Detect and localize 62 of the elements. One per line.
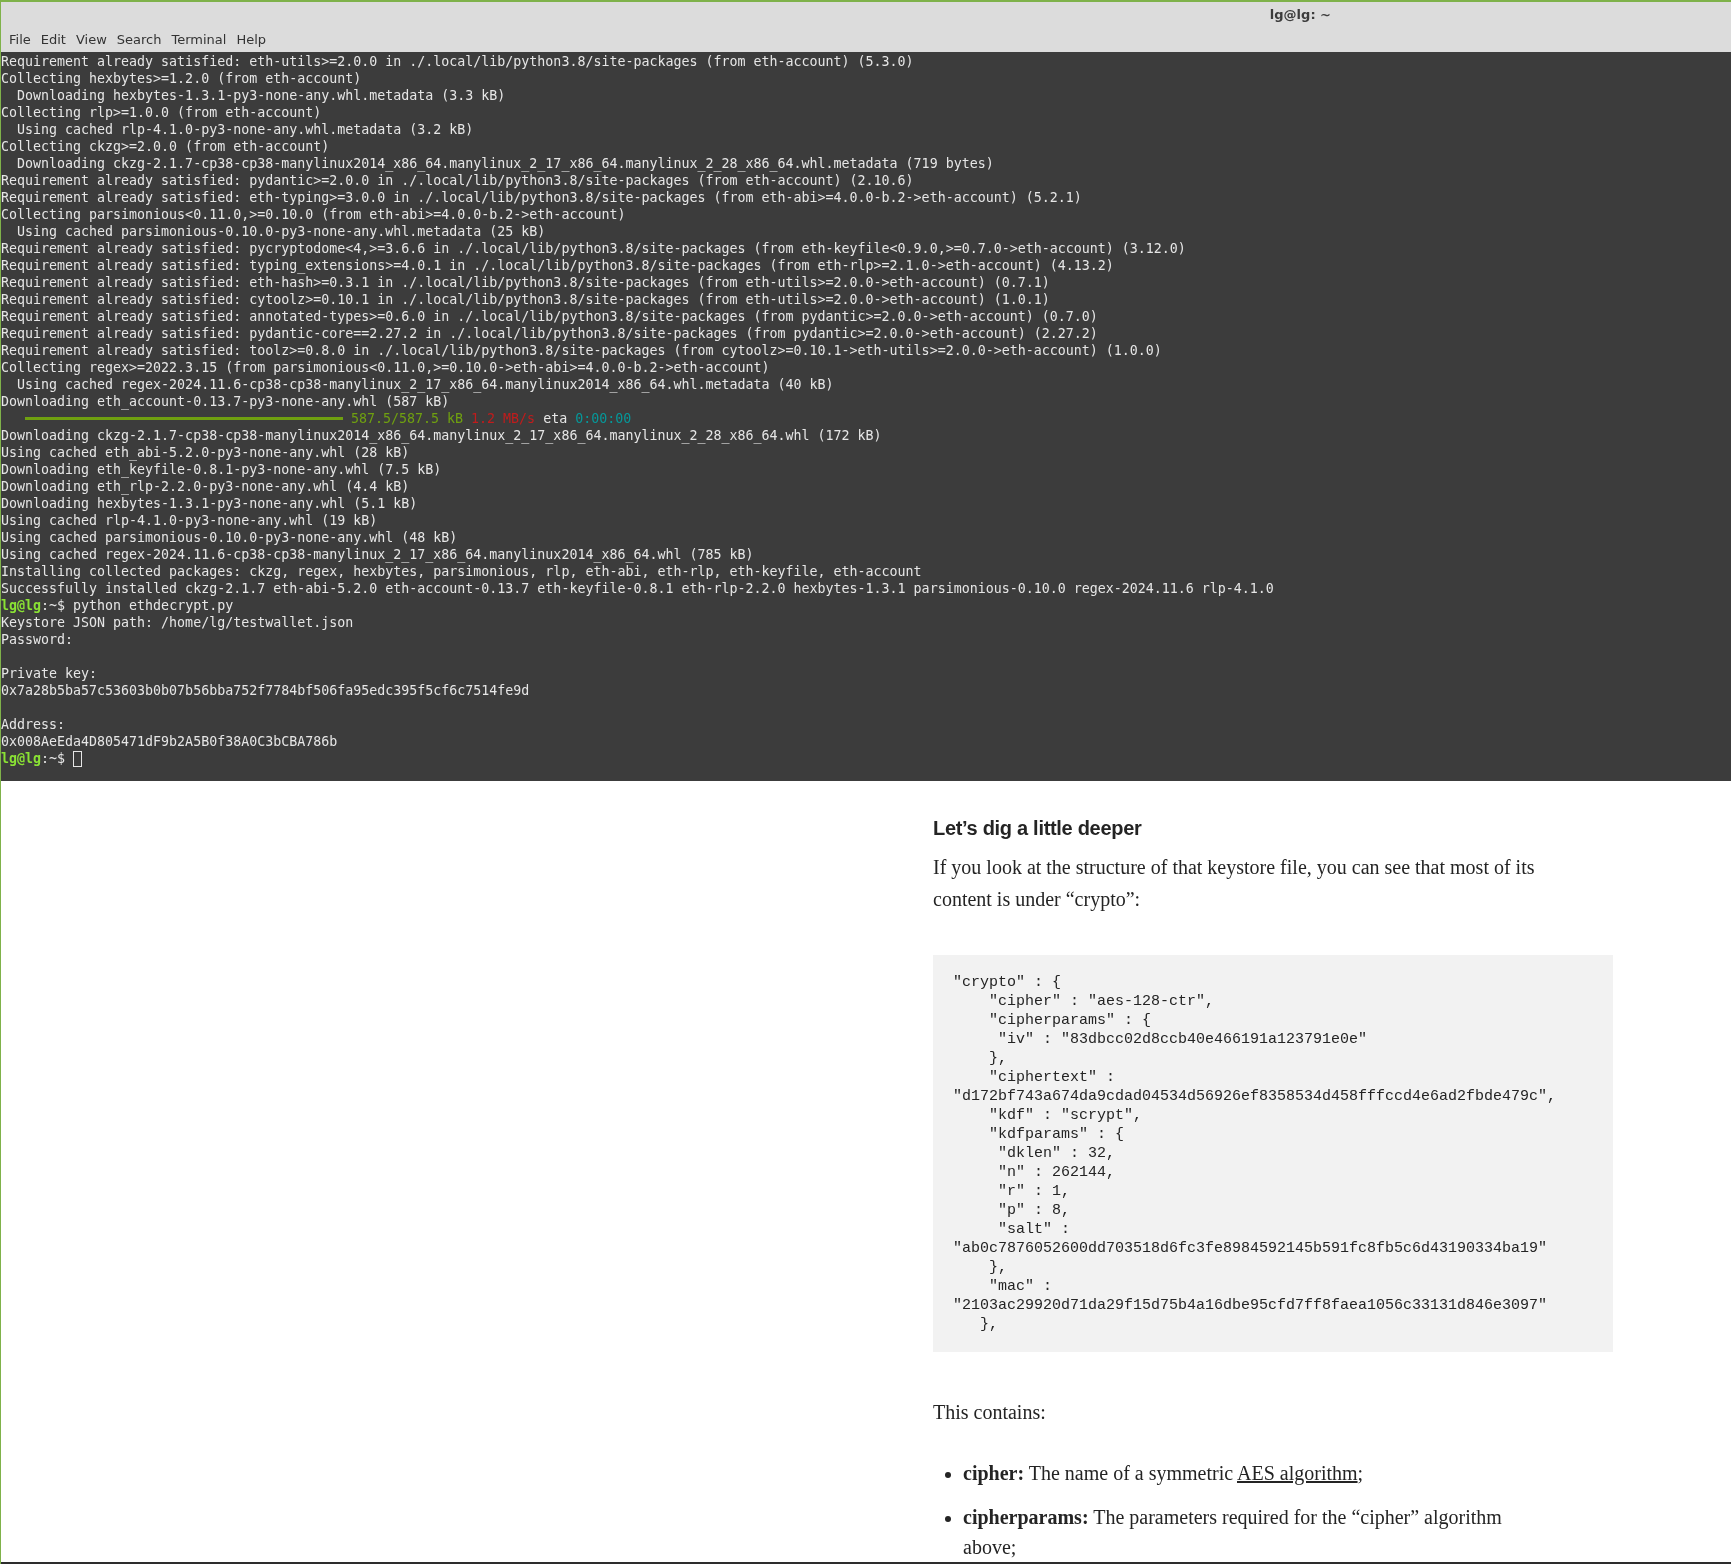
bullet-icon — [945, 1472, 951, 1478]
prompt-path: :~$ — [41, 750, 66, 767]
terminal-line: Downloading ckzg-2.1.7-cp38-cp38-manylinux2014_x86_64.manylinux_2_17_x86_64.manylinux_2_28_x86_64.whl.metadata (719 bytes) — [16, 155, 994, 172]
terminal-line: Using cached eth_abi-5.2.0-py3-none-any.whl (28 kB) — [1, 444, 410, 461]
terminal-line: Requirement already satisfied: eth-utils>=2.0.0 in ./.local/lib/python3.8/site-packages (from eth-account) (5.3.0) — [1, 53, 914, 70]
terminal-line: Installing collected packages: ckzg, regex, hexbytes, parsimonious, rlp, eth-abi, eth-rlp, eth-keyfile, eth-account — [1, 563, 922, 580]
code-block: "crypto" : { "cipher" : "aes-128-ctr", "cipherparams" : { "iv" : "83dbcc02d8ccb40e466191a123791e0e" }, "ciphertext" : "d172bf743a674da9cdad04534d56926ef8358534d458fffccd4e6ad2fbde479c", "kdf" : "scrypt", "kdfparams" : { "dklen" : 32, "n" : 262144, "r" : 1, "p" : 8, "salt" : "ab0c7876052600dd703518d6fc3fe8984592145b591fc8fb5c6d43190334ba19" }, "mac" : "2103ac29920d71da29f15d75b4a16dbe95cfd7ff8faea1056c33131d846e3097" }, — [933, 955, 1613, 1352]
terminal-line: Downloading hexbytes-1.3.1-py3-none-any.whl (5.1 kB) — [1, 495, 418, 512]
prompt-user: lg@lg — [1, 750, 42, 767]
menu-item[interactable]: Search — [112, 30, 166, 50]
terminal-line: Requirement already satisfied: eth-hash>=0.3.1 in ./.local/lib/python3.8/site-packages (from eth-utils>=2.0.0->eth-account) (0.7.1) — [1, 274, 1050, 291]
link[interactable]: AES algorithm — [1237, 1462, 1358, 1484]
command-text: python ethdecrypt.py — [73, 597, 234, 614]
terminal-line: Using cached parsimonious-0.10.0-py3-none-any.whl (48 kB) — [1, 529, 458, 546]
terminal-line: 0x7a28b5ba57c53603b0b07b56bba752f7784bf506fa95edc395f5cf6c7514fe9d — [1, 682, 530, 699]
terminal-line: Using cached regex-2024.11.6-cp38-cp38-manylinux_2_17_x86_64.manylinux2014_x86_64.whl.metadata (40 kB) — [16, 376, 834, 393]
terminal-line: Requirement already satisfied: pydantic>=2.0.0 in ./.local/lib/python3.8/site-packages (from eth-account) (2.10.6) — [1, 172, 914, 189]
terminal-line: Requirement already satisfied: typing_extensions>=4.0.1 in ./.local/lib/python3.8/site-packages (from eth-rlp>=2.1.0->eth-account) (4.13.2) — [1, 257, 1114, 274]
terminal-line: Private key: — [1, 665, 98, 682]
eta-label: eta — [543, 410, 568, 427]
terminal-line: Downloading eth_account-0.13.7-py3-none-any.whl (587 kB) — [1, 393, 450, 410]
terminal-line: Collecting regex>=2022.3.15 (from parsimonious<0.11.0,>=0.10.0->eth-abi>=4.0.0-b.2->eth-account) — [1, 359, 770, 376]
terminal-line: Using cached parsimonious-0.10.0-py3-none-any.whl.metadata (25 kB) — [16, 223, 546, 240]
terminal-line: Keystore JSON path: /home/lg/testwallet.json — [1, 614, 354, 631]
paragraph: If you look at the structure of that keystore file, you can see that most of its content is under “crypto”: — [933, 855, 1536, 913]
terminal-line: Requirement already satisfied: pydantic-core==2.27.2 in ./.local/lib/python3.8/site-packages (from pydantic>=2.0.0->eth-account) (2.27.2) — [1, 325, 1098, 342]
menu-item[interactable]: Help — [232, 30, 271, 50]
terminal-line: Requirement already satisfied: pycryptodome<4,>=3.6.6 in ./.local/lib/python3.8/site-packages (from eth-keyfile<0.9.0,>=0.7.0->eth-account) (3.12.0) — [1, 240, 1186, 257]
terminal-line: Successfully installed ckzg-2.1.7 eth-abi-5.2.0 eth-account-0.13.7 eth-keyfile-0.8.1 eth-rlp-2.2.0 hexbytes-1.3.1 parsimonious-0.10.0 regex-2024.11.6 rlp-4.1.0 — [1, 580, 1274, 597]
terminal-line: Using cached regex-2024.11.6-cp38-cp38-manylinux_2_17_x86_64.manylinux2014_x86_64.whl (785 kB) — [1, 546, 754, 563]
terminal-line: Requirement already satisfied: annotated-types>=0.6.0 in ./.local/lib/python3.8/site-packages (from pydantic>=2.0.0->eth-account) (0.7.0) — [1, 308, 1098, 325]
terminal-line: Downloading eth_keyfile-0.8.1-py3-none-any.whl (7.5 kB) — [1, 461, 442, 478]
bullet-icon — [945, 1516, 951, 1522]
terminal-line: 0x008AeEda4D805471dF9b2A5B0f38A0C3bCBA786b — [1, 733, 338, 750]
terminal-line: Downloading eth_rlp-2.2.0-py3-none-any.whl (4.4 kB) — [1, 478, 410, 495]
terminal-line: Collecting ckzg>=2.0.0 (from eth-account) — [1, 138, 330, 155]
download-speed: 1.2 MB/s — [471, 410, 536, 427]
paragraph: This contains: — [933, 1400, 1047, 1425]
list-item-text: cipherparams: The parameters required for the “cipher” algorithm above; — [963, 1505, 1503, 1560]
terminal-line: Password: — [1, 631, 74, 648]
terminal-line: Using cached rlp-4.1.0-py3-none-any.whl (19 kB) — [1, 512, 378, 529]
terminal-line: Requirement already satisfied: toolz>=0.8.0 in ./.local/lib/python3.8/site-packages (from cytoolz>=0.10.1->eth-utils>=2.0.0->eth-account) (1.0.0) — [1, 342, 1162, 359]
terminal-line: Using cached rlp-4.1.0-py3-none-any.whl.metadata (3.2 kB) — [16, 121, 474, 138]
terminal-line: Collecting hexbytes>=1.2.0 (from eth-account) — [1, 70, 362, 87]
terminal-line: Downloading ckzg-2.1.7-cp38-cp38-manylinux2014_x86_64.manylinux_2_17_x86_64.manylinux_2_28_x86_64.whl (172 kB) — [1, 427, 882, 444]
menu-item[interactable]: Terminal — [167, 30, 231, 50]
download-size: 587.5/587.5 kB — [351, 410, 464, 427]
list-item-text: cipher: The name of a symmetric AES algorithm; — [963, 1461, 1365, 1487]
menu-item[interactable]: File — [5, 30, 35, 50]
prompt-path: :~$ — [41, 597, 66, 614]
section-heading: Let’s dig a little deeper — [933, 816, 1143, 841]
terminal-line: Requirement already satisfied: cytoolz>=0.10.1 in ./.local/lib/python3.8/site-packages (from eth-utils>=2.0.0->eth-account) (1.0.1) — [1, 291, 1050, 308]
prompt-user: lg@lg — [1, 597, 42, 614]
menu-item[interactable]: View — [71, 30, 111, 50]
menu-item[interactable]: Edit — [36, 30, 70, 50]
window-title: lg@lg: ~ — [1269, 6, 1331, 25]
terminal-line: Collecting parsimonious<0.11.0,>=0.10.0 (from eth-abi>=4.0.0-b.2->eth-account) — [1, 206, 626, 223]
terminal-line: Address: — [1, 716, 66, 733]
terminal-line: Downloading hexbytes-1.3.1-py3-none-any.whl.metadata (3.3 kB) — [16, 87, 506, 104]
eta-time: 0:00:00 — [575, 410, 632, 427]
terminal-line: Requirement already satisfied: eth-typing>=3.0.0 in ./.local/lib/python3.8/site-packages (from eth-abi>=4.0.0-b.2->eth-account) (5.2.1) — [1, 189, 1082, 206]
terminal-line: Collecting rlp>=1.0.0 (from eth-account) — [1, 104, 322, 121]
